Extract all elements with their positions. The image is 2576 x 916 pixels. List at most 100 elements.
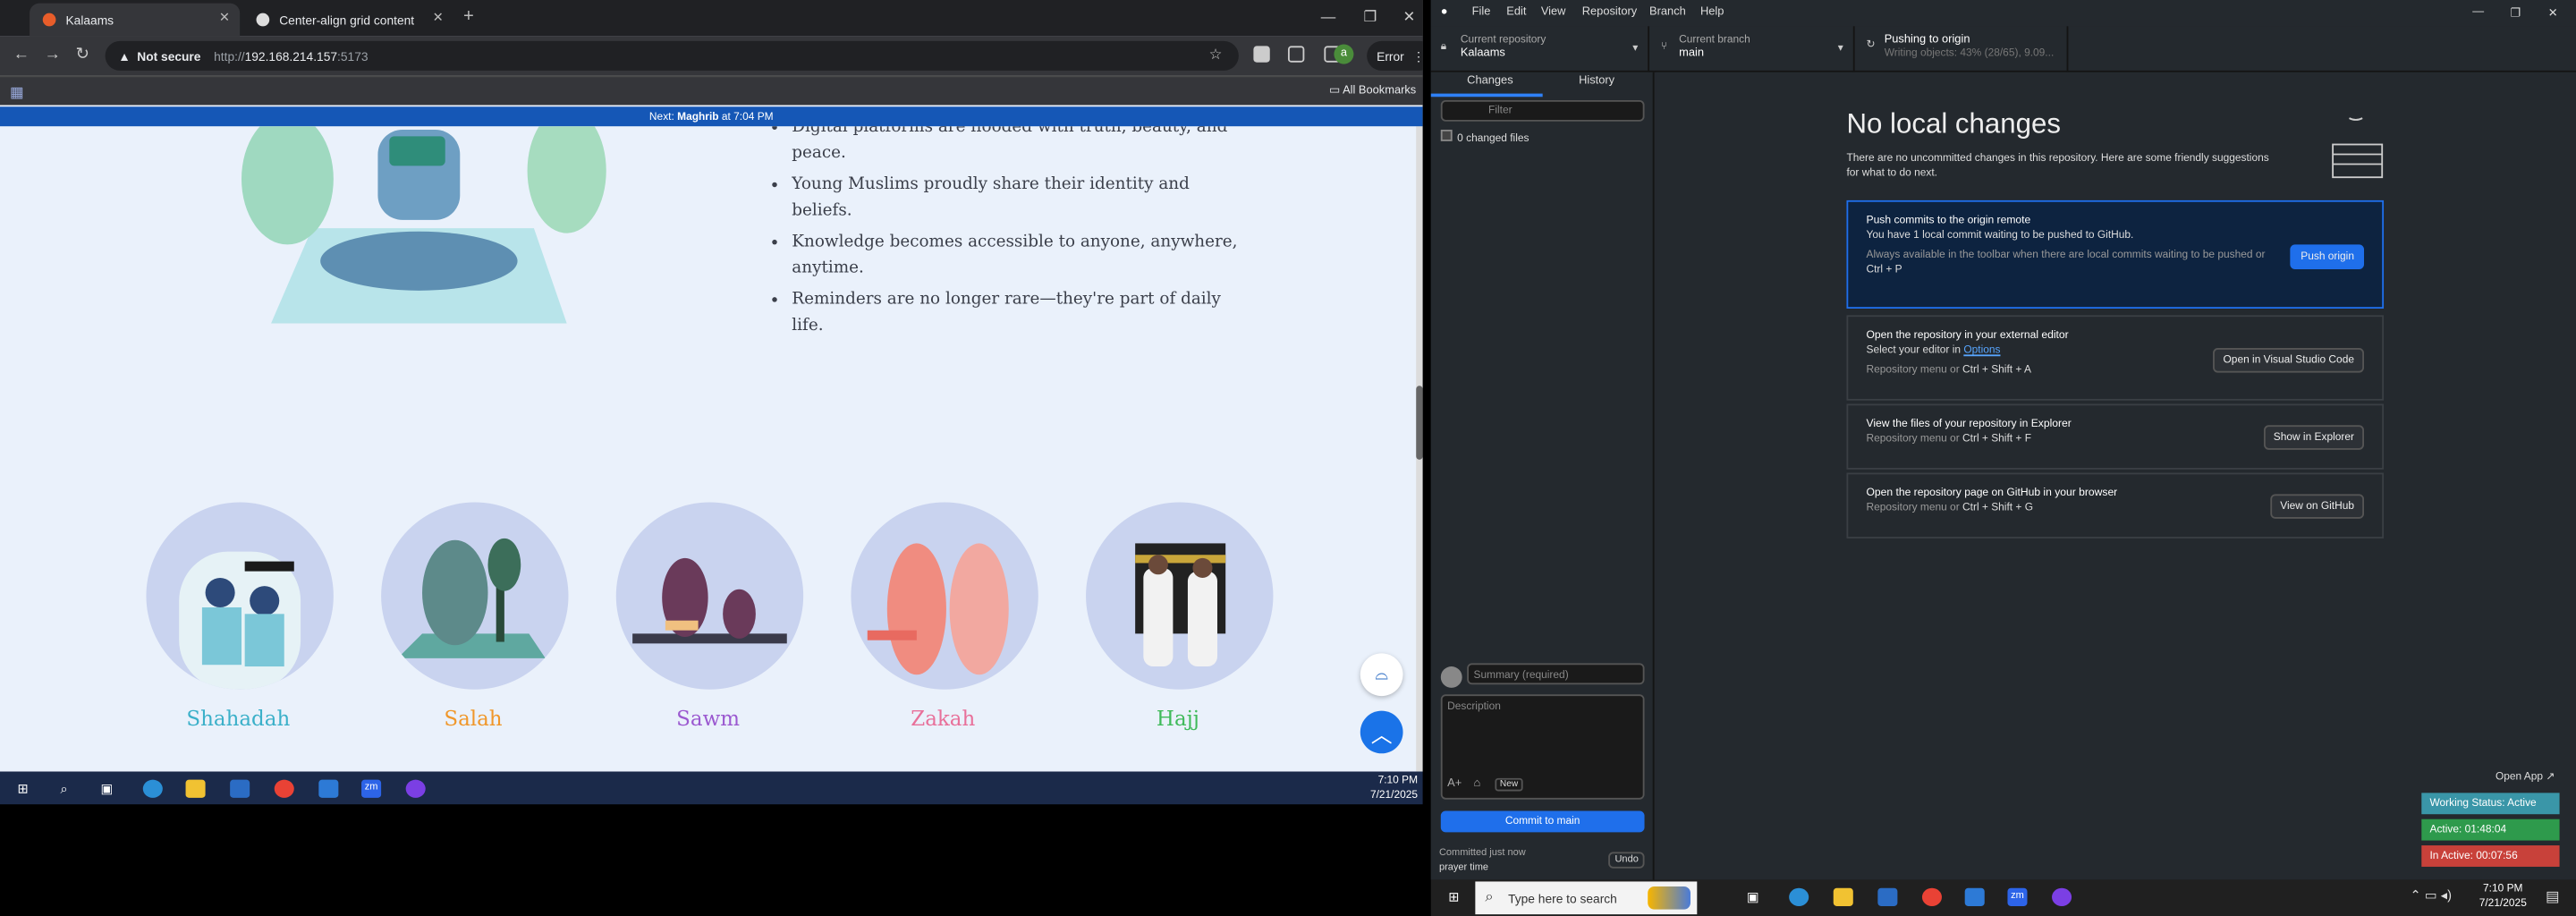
- chrome-icon[interactable]: [274, 779, 294, 798]
- options-link[interactable]: Options: [1963, 344, 2000, 356]
- add-coauthor-icon[interactable]: A+: [1447, 778, 1462, 790]
- view-on-github-button[interactable]: View on GitHub: [2270, 494, 2365, 519]
- browser-toolbar: ← → ↻ ▲ Not secure http://192.168.214.15…: [0, 36, 1423, 76]
- url-port: :5173: [337, 48, 369, 64]
- store-icon[interactable]: [230, 779, 250, 798]
- address-bar[interactable]: ▲ Not secure http://192.168.214.157:5173…: [105, 40, 1239, 71]
- forward-icon[interactable]: →: [45, 46, 61, 64]
- apps-grid-icon[interactable]: ▦: [10, 84, 24, 102]
- error-button[interactable]: Error ⋮: [1367, 40, 1423, 71]
- bookmark-star-icon[interactable]: ☆: [1209, 46, 1223, 64]
- pillar-label[interactable]: Zakah: [828, 706, 1058, 731]
- select-all-checkbox[interactable]: [1440, 129, 1453, 141]
- chrome-icon[interactable]: [1921, 887, 1942, 906]
- current-branch-dropdown[interactable]: ⑂ Current branch main ▾: [1649, 26, 1855, 72]
- summary-input[interactable]: Summary (required): [1467, 663, 1645, 685]
- reading-girl-illustration: [242, 126, 606, 324]
- close-window-icon[interactable]: ✕: [1403, 8, 1416, 26]
- menu-help[interactable]: Help: [1700, 6, 1724, 18]
- menu-edit[interactable]: Edit: [1506, 6, 1526, 18]
- vscode-icon[interactable]: [318, 779, 339, 798]
- no-changes-title: No local changes: [1846, 108, 2061, 140]
- tab-grid-content[interactable]: Center-align grid content ✕: [243, 4, 453, 37]
- tab-strip: Kalaams ✕ Center-align grid content ✕ + — …: [0, 0, 1423, 37]
- open-in-vscode-button[interactable]: Open in Visual Studio Code: [2213, 348, 2365, 373]
- push-origin-button[interactable]: Push origin: [2291, 244, 2365, 269]
- restore-icon[interactable]: ❐: [1363, 8, 1377, 26]
- file-explorer-icon[interactable]: [185, 779, 206, 798]
- pillar-hajj-image[interactable]: [1086, 502, 1274, 690]
- scroll-to-top-button[interactable]: ︿: [1360, 710, 1403, 754]
- mosque-dome-button[interactable]: ⌓: [1360, 653, 1403, 697]
- tab-changes[interactable]: Changes: [1467, 75, 1513, 87]
- task-view-icon[interactable]: ▣: [97, 780, 116, 798]
- restore-icon[interactable]: ❐: [2510, 6, 2521, 20]
- tab-kalaams[interactable]: Kalaams ✕: [30, 3, 241, 37]
- minimize-icon[interactable]: —: [1321, 8, 1336, 24]
- notification-icon[interactable]: ▤: [2546, 888, 2560, 906]
- store-icon[interactable]: [1877, 887, 1898, 906]
- back-icon[interactable]: ←: [13, 46, 30, 64]
- menu-repository[interactable]: Repository: [1582, 6, 1637, 18]
- show-in-explorer-button[interactable]: Show in Explorer: [2263, 425, 2365, 450]
- open-app-link[interactable]: Open App ↗: [2496, 770, 2555, 783]
- extension-icon[interactable]: [1253, 46, 1270, 63]
- vscode-icon[interactable]: [1964, 887, 1985, 906]
- kalaams-favicon-icon: [42, 13, 56, 27]
- pillar-label[interactable]: Hajj: [1063, 706, 1292, 731]
- search-highlight-icon: [1648, 886, 1690, 910]
- taskbar-clock[interactable]: 7:10 PM 7/21/2025: [1370, 773, 1418, 802]
- pillar-label[interactable]: Salah: [358, 706, 588, 731]
- taskbar-search-box[interactable]: ⌕ Type here to search: [1475, 881, 1698, 915]
- profile-avatar[interactable]: a: [1334, 44, 1354, 64]
- pillar-zakah-image[interactable]: [851, 502, 1038, 690]
- zoom-icon[interactable]: zm: [361, 779, 382, 798]
- undo-button[interactable]: Undo: [1608, 852, 1646, 869]
- reload-icon[interactable]: ↻: [75, 46, 89, 64]
- puzzle-extensions-icon[interactable]: [1287, 46, 1305, 63]
- search-icon: ⌕: [1485, 887, 1494, 905]
- pillar-label[interactable]: Shahadah: [123, 706, 353, 731]
- push-origin-card: Push commits to the origin remote You ha…: [1846, 199, 2385, 309]
- pillar-sawm-image[interactable]: [615, 502, 804, 690]
- windows-start-icon[interactable]: ⊞: [1444, 888, 1463, 906]
- close-tab-icon[interactable]: ✕: [219, 10, 230, 25]
- github-desktop-icon[interactable]: [405, 779, 426, 798]
- menu-file[interactable]: File: [1472, 6, 1491, 18]
- push-progress-button[interactable]: ↻ Pushing to origin Writing objects: 43% …: [1855, 26, 2069, 72]
- hajj-illustration: [1135, 543, 1226, 667]
- menu-view[interactable]: View: [1541, 6, 1566, 18]
- commit-button[interactable]: Commit to main: [1440, 810, 1645, 833]
- repo-toolbar: 🔒︎ Current repository Kalaams ▾ ⑂ Current…: [1430, 26, 2576, 72]
- file-explorer-icon[interactable]: [1833, 887, 1853, 906]
- current-repository-dropdown[interactable]: 🔒︎ Current repository Kalaams ▾: [1431, 26, 1650, 72]
- pillar-shahadah-image[interactable]: [146, 502, 334, 690]
- system-tray-icons[interactable]: ⌃ ▭ ◂): [2410, 888, 2452, 903]
- github-desktop-icon[interactable]: [2052, 887, 2072, 906]
- zoom-icon[interactable]: zm: [2007, 887, 2028, 906]
- menu-branch[interactable]: Branch: [1649, 6, 1686, 18]
- windows-start-icon[interactable]: ⊞: [13, 780, 33, 798]
- task-view-icon[interactable]: ▣: [1743, 888, 1763, 906]
- search-icon[interactable]: ⌕: [55, 780, 74, 798]
- description-input[interactable]: Description: [1440, 694, 1645, 800]
- tab-history[interactable]: History: [1579, 75, 1614, 87]
- web-page: Digital platforms are flooded with truth…: [0, 126, 1417, 772]
- sawm-illustration: [632, 557, 787, 644]
- copilot-icon[interactable]: ⌂: [1474, 778, 1481, 790]
- github-logo-icon: ●: [1440, 6, 1448, 19]
- new-tab-icon[interactable]: +: [463, 6, 474, 26]
- close-tab-icon[interactable]: ✕: [433, 10, 444, 25]
- pillar-salah-image[interactable]: [381, 502, 569, 690]
- scrollbar-thumb[interactable]: [1416, 386, 1423, 460]
- edge-icon[interactable]: [142, 779, 163, 798]
- kebab-menu-icon: ⋮: [1412, 48, 1423, 64]
- minimize-icon[interactable]: —: [2472, 6, 2484, 18]
- taskbar-clock[interactable]: 7:10 PM 7/21/2025: [2479, 881, 2527, 911]
- filter-input[interactable]: Filter: [1440, 99, 1645, 122]
- all-bookmarks[interactable]: ▭ All Bookmarks: [1329, 84, 1416, 97]
- not-secure-label[interactable]: Not secure: [137, 48, 200, 64]
- pillar-label[interactable]: Sawm: [593, 706, 823, 731]
- close-window-icon[interactable]: ✕: [2548, 6, 2558, 20]
- edge-icon[interactable]: [1789, 887, 1809, 906]
